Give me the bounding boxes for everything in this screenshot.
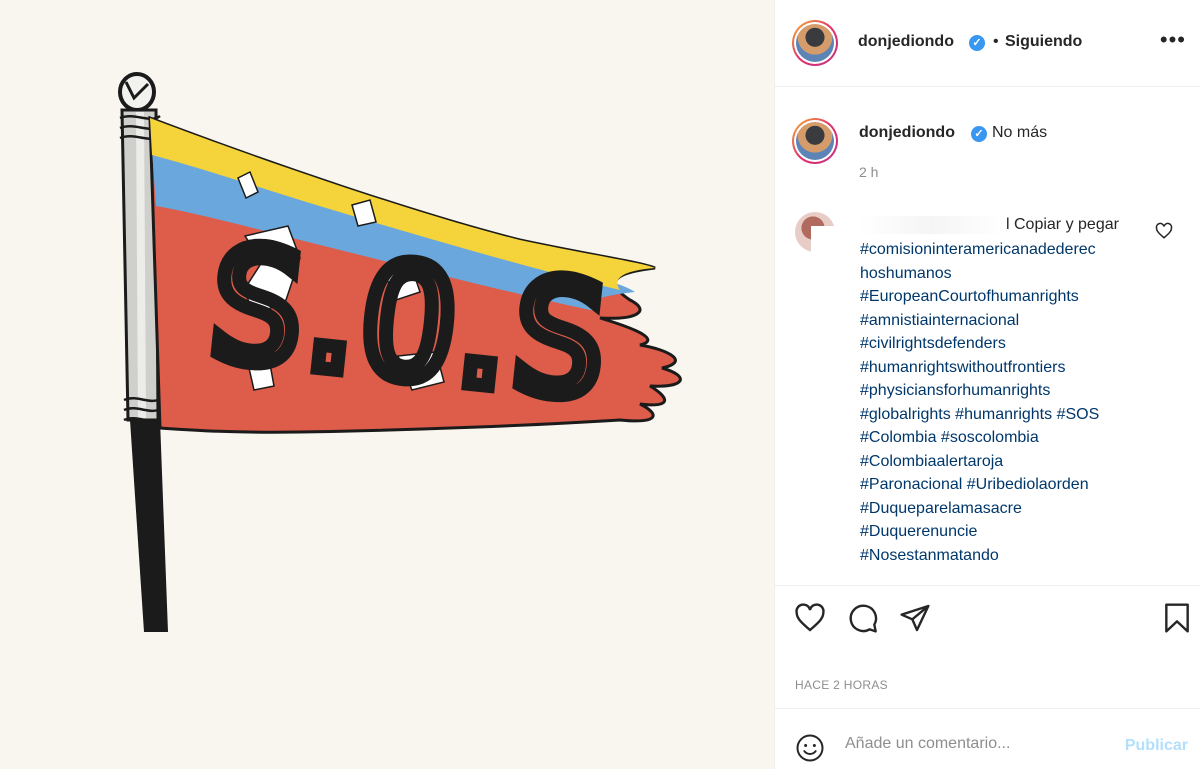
hashtag-line[interactable]: #Nosestanmatando: [860, 544, 1150, 568]
hashtag-line[interactable]: #EuropeanCourtofhumanrights: [860, 285, 1150, 309]
publish-button[interactable]: Publicar: [1125, 737, 1188, 755]
hashtag-line[interactable]: #Colombiaalertaroja: [860, 450, 1150, 474]
hashtag-line[interactable]: hoshumanos: [860, 262, 1150, 286]
caption-text: No más: [992, 124, 1048, 141]
hashtag-line[interactable]: #Duqueparelamasacre: [860, 497, 1150, 521]
heart-icon[interactable]: [794, 602, 826, 634]
author-username[interactable]: donjediondo: [858, 33, 954, 51]
hashtag-line[interactable]: #amnistiainternacional: [860, 309, 1150, 333]
add-comment-bar: Publicar: [775, 708, 1200, 770]
more-options-icon[interactable]: •••: [1160, 29, 1186, 51]
following-button[interactable]: Siguiendo: [1005, 33, 1082, 51]
hashtag-line[interactable]: #physiciansforhumanrights: [860, 379, 1150, 403]
author-avatar[interactable]: [792, 20, 838, 66]
sos-flag-illustration: S.O.S: [118, 72, 682, 632]
caption-verified-badge-icon: ✓: [971, 126, 987, 142]
post-image[interactable]: S.O.S: [0, 0, 774, 769]
hashtag-line[interactable]: #civilrightsdefenders: [860, 332, 1150, 356]
hashtag-line[interactable]: #globalrights #humanrights #SOS: [860, 403, 1150, 427]
post-sidebar: donjediondo ✓ • Siguiendo ••• donjediond…: [775, 0, 1200, 769]
comment-like-heart-icon[interactable]: [1155, 222, 1173, 240]
comment-hashtags: #comisioninteramericanadederec hoshumano…: [860, 238, 1150, 567]
post-timestamp[interactable]: HACE 2 HORAS: [795, 678, 888, 692]
post-header: donjediondo ✓ • Siguiendo •••: [775, 0, 1200, 87]
bookmark-icon[interactable]: [1161, 602, 1193, 634]
hashtag-line[interactable]: #Paronacional #Uribediolaorden: [860, 473, 1150, 497]
emoji-icon[interactable]: [795, 733, 825, 763]
hashtag-line[interactable]: #comisioninteramericanadederec: [860, 238, 1150, 262]
verified-badge-icon: ✓: [969, 35, 985, 51]
comment-lead-text: l Copiar y pegar: [1006, 216, 1119, 233]
caption-username[interactable]: donjediondo: [859, 124, 955, 142]
comment-icon[interactable]: [847, 602, 879, 634]
caption-age[interactable]: 2 h: [859, 164, 878, 180]
hashtag-line[interactable]: #humanrightswithoutfrontiers: [860, 356, 1150, 380]
redacted-username: [858, 216, 1006, 234]
send-icon[interactable]: [899, 602, 931, 634]
caption-avatar[interactable]: [792, 118, 838, 164]
header-separator: •: [993, 33, 999, 50]
comment-input[interactable]: [845, 735, 1105, 753]
redacted-area: [811, 226, 859, 256]
hashtag-line[interactable]: #Colombia #soscolombia: [860, 426, 1150, 450]
hashtag-line[interactable]: #Duquerenuncie: [860, 520, 1150, 544]
